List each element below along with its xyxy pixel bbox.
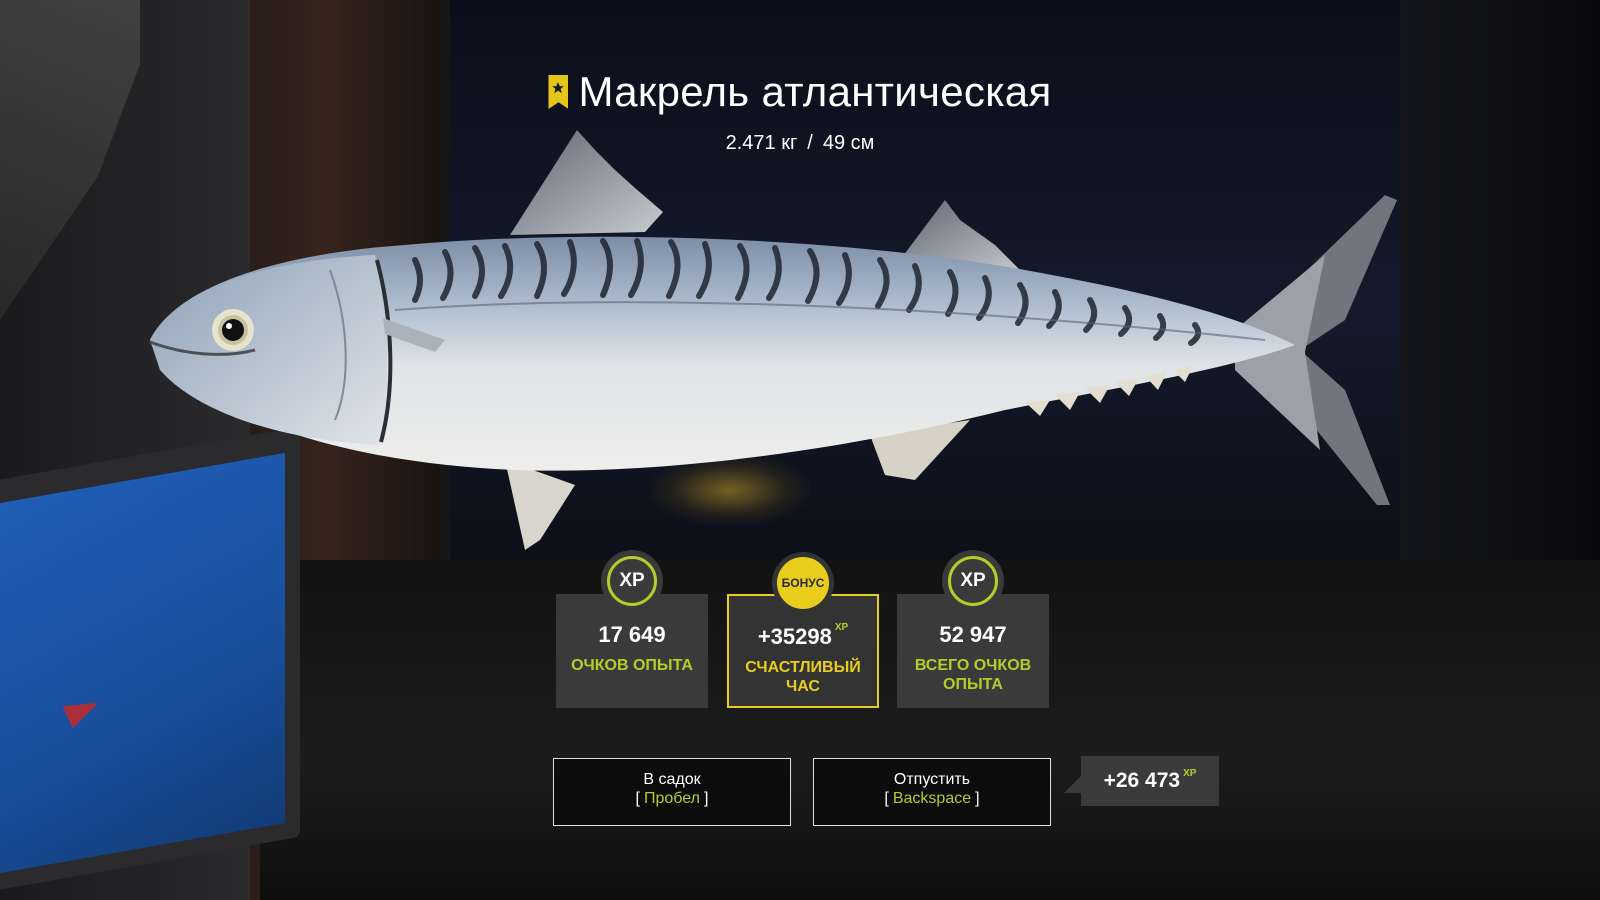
trophy-star-icon: [548, 75, 569, 109]
fish-title-row: Макрель атлантическая: [0, 68, 1600, 116]
release-button-hotkey: [Backspace]: [884, 790, 980, 807]
xp-badge-label: XP: [948, 556, 998, 606]
release-button[interactable]: Отпустить [Backspace]: [813, 758, 1051, 826]
fish-name: Макрель атлантическая: [578, 68, 1052, 115]
xp-suffix: XP: [834, 622, 849, 633]
xp-card-label: ВСЕГО ОЧКОВ ОПЫТА: [914, 657, 1032, 693]
xp-badge-label: XP: [607, 556, 657, 606]
xp-card-catch: XP 17 649 ОЧКОВ ОПЫТА: [556, 550, 708, 708]
xp-card-label: ОЧКОВ ОПЫТА: [571, 657, 693, 674]
bonus-card-label: СЧАСТЛИВЫЙ ЧАС: [745, 659, 861, 695]
mackerel-image: [149, 130, 1397, 550]
keep-button-label: В садок: [643, 771, 701, 788]
release-xp-tooltip: +26 473 XP: [1081, 756, 1219, 806]
xp-card-bonus: БОНУС +35298 XP СЧАСТЛИВЫЙ ЧАС: [727, 552, 879, 708]
bonus-badge: БОНУС: [772, 552, 834, 614]
keep-button-hotkey: [Пробел]: [635, 790, 709, 807]
xp-card-value: 17 649: [598, 622, 666, 647]
xp-card-total: XP 52 947 ВСЕГО ОЧКОВ ОПЫТА: [897, 550, 1049, 708]
bonus-card-value: +35298 XP: [757, 622, 849, 649]
bonus-badge-label: БОНУС: [774, 554, 832, 612]
release-button-label: Отпустить: [893, 771, 971, 788]
xp-badge: XP: [601, 550, 663, 612]
release-xp-pointer: [1064, 776, 1081, 793]
xp-card-value: 52 947: [939, 622, 1007, 647]
xp-suffix: XP: [1183, 767, 1197, 779]
keep-in-net-button[interactable]: В садок [Пробел]: [553, 758, 791, 826]
xp-badge: XP: [942, 550, 1004, 612]
